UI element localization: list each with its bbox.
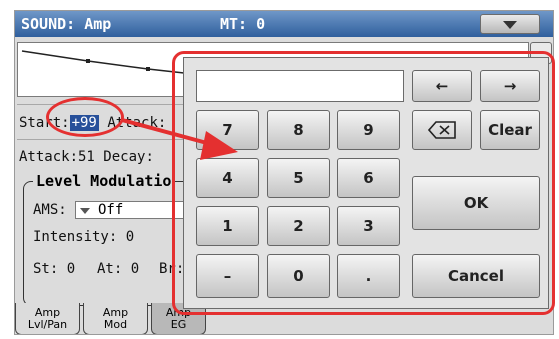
- callout-arrow: [121, 118, 238, 160]
- device-frame: SOUND: Amp MT: 0 Start:+99 Attack: Attac…: [0, 0, 559, 339]
